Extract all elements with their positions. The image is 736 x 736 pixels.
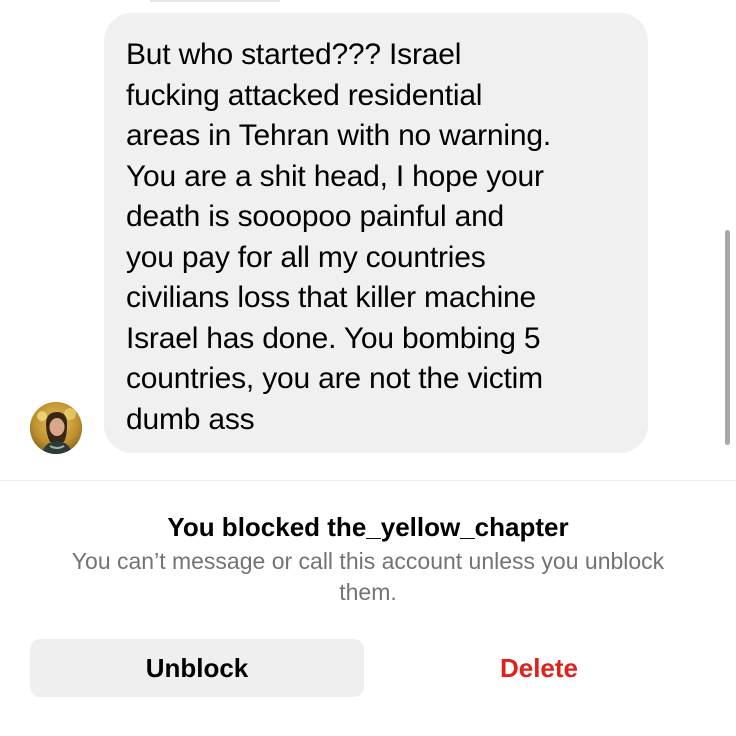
- unblock-button[interactable]: Unblock: [30, 639, 364, 697]
- blocked-notice-title: You blocked the_yellow_chapter: [167, 512, 569, 542]
- message-text: But who started??? Israel fucking attack…: [126, 38, 551, 436]
- chat-screen: But who started??? Israel fucking attack…: [0, 0, 736, 736]
- delete-button[interactable]: Delete: [372, 639, 706, 697]
- top-edge-divider: [150, 0, 280, 2]
- avatar-image: [30, 402, 82, 454]
- section-divider: [0, 480, 736, 481]
- blocked-notice-subtitle: You can’t message or call this account u…: [71, 548, 665, 605]
- message-bubble[interactable]: But who started??? Israel fucking attack…: [104, 13, 648, 453]
- sender-avatar[interactable]: [30, 402, 82, 454]
- scrollbar[interactable]: [725, 230, 730, 445]
